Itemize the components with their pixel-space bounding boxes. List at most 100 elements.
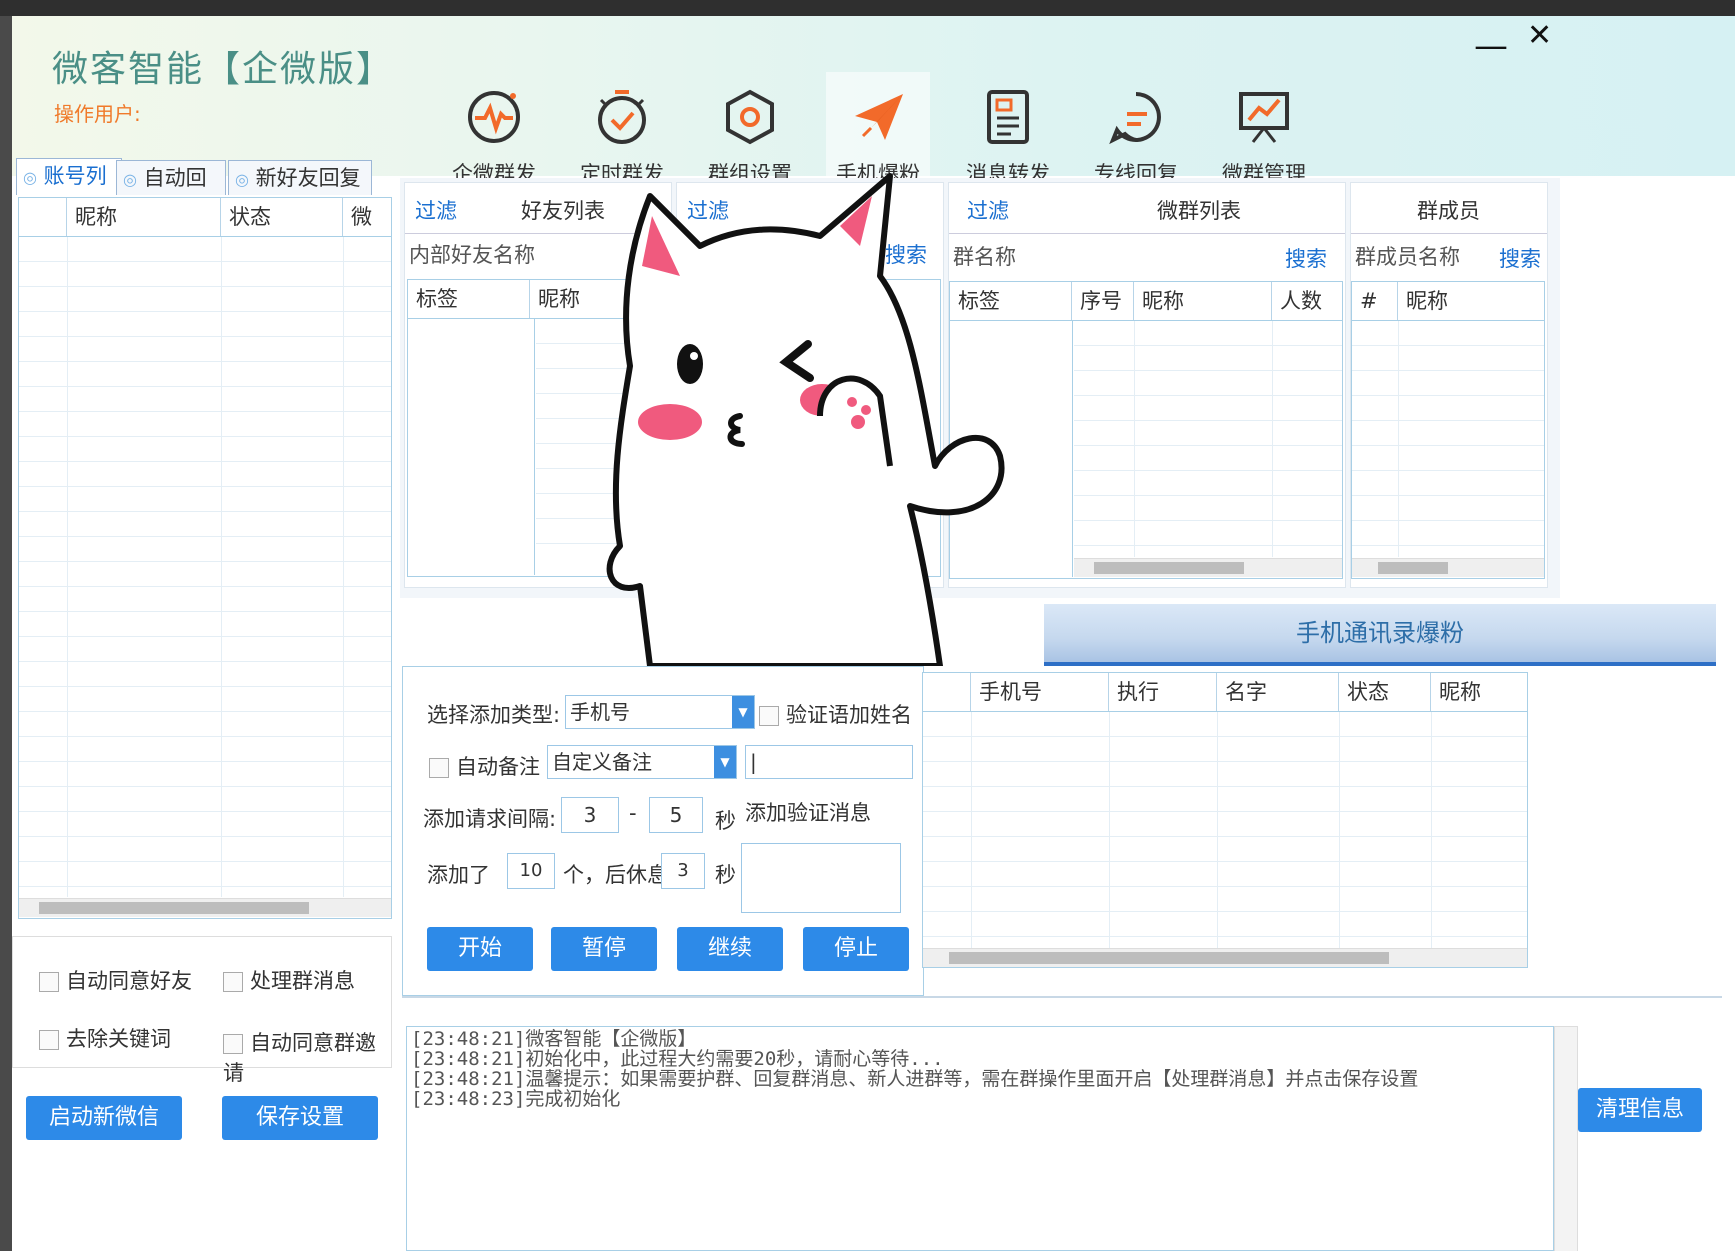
- stop-button[interactable]: 停止: [803, 927, 909, 971]
- vertical-scrollbar[interactable]: [1554, 1026, 1578, 1251]
- grid-line: [1072, 321, 1073, 577]
- chevron-down-icon[interactable]: ▼: [732, 696, 754, 728]
- options-box: 自动同意好友 处理群消息 去除关键词 自动同意群邀请: [12, 936, 392, 1085]
- close-button[interactable]: ✕: [1527, 18, 1552, 53]
- header-cell: 昵称: [1406, 289, 1448, 313]
- resume-button[interactable]: 继续: [677, 927, 783, 971]
- section-banner: 手机通讯录爆粉: [1044, 604, 1716, 666]
- grid-line: [221, 237, 222, 897]
- verify-message-label: 添加验证消息: [745, 801, 871, 825]
- table-header: 昵称 状态 微: [19, 198, 391, 237]
- tab-label: 账号列: [43, 164, 107, 188]
- save-settings-button[interactable]: 保存设置: [222, 1096, 378, 1140]
- checkbox[interactable]: [429, 758, 449, 778]
- auto-accept-group-option[interactable]: 自动同意群邀请: [223, 1027, 391, 1087]
- nav-dedicated-reply[interactable]: 专线回复: [1084, 72, 1188, 186]
- grid-line: [534, 319, 535, 575]
- groups-panel-title: 微群列表: [1157, 199, 1241, 223]
- header: 微客智能【企微版】 操作用户: — ✕ 企微群发 定时群发 群组设置 手机爆粉 …: [12, 16, 1735, 186]
- header-cell: 昵称: [67, 198, 221, 236]
- nav-group-management[interactable]: 微群管理: [1212, 72, 1316, 186]
- scroll-thumb[interactable]: [949, 952, 1389, 964]
- interval-min-input[interactable]: 3: [561, 797, 619, 833]
- header-cell: 标签: [408, 280, 530, 318]
- seconds-label: 秒: [715, 863, 736, 887]
- phone-table[interactable]: 手机号 执行 名字 状态 昵称: [922, 672, 1528, 968]
- members-search-label: 群成员名称: [1355, 245, 1460, 269]
- header-cell: 微: [351, 205, 372, 229]
- select-value: 手机号: [570, 700, 630, 724]
- tab-new-friend-reply[interactable]: ◎ 新好友回复: [228, 160, 372, 195]
- header-cell: [923, 673, 971, 711]
- rest-input[interactable]: 3: [661, 853, 705, 889]
- tab-auto-reply[interactable]: ◎ 自动回复: [116, 160, 226, 226]
- type-select[interactable]: 手机号 ▼: [565, 695, 755, 729]
- log-panel[interactable]: [23:48:21]微客智能【企微版】 [23:48:21]初始化中，此过程大约…: [406, 1026, 1554, 1251]
- horizontal-scrollbar[interactable]: [923, 948, 1527, 967]
- grid-line: [343, 237, 344, 897]
- scroll-thumb[interactable]: [39, 902, 309, 914]
- checkbox[interactable]: [39, 972, 59, 992]
- added-count-input[interactable]: 10: [507, 853, 555, 889]
- option-label: 处理群消息: [250, 969, 355, 993]
- presentation-chart-icon: [1239, 92, 1289, 143]
- app-title: 微客智能【企微版】: [52, 49, 395, 90]
- members-search-button[interactable]: 搜索: [1499, 243, 1541, 273]
- table-rows: [1074, 321, 1342, 557]
- horizontal-scrollbar[interactable]: [1352, 558, 1544, 577]
- tab-label: 新好友回复: [255, 166, 361, 190]
- scroll-thumb[interactable]: [1094, 562, 1244, 574]
- background-strip-left: [0, 16, 12, 1251]
- start-new-wechat-button[interactable]: 启动新微信: [26, 1096, 182, 1140]
- operator-label: 操作用户:: [54, 102, 141, 126]
- table-rows: [923, 712, 1527, 948]
- interval-max-input[interactable]: 5: [649, 797, 703, 833]
- checkbox[interactable]: [223, 1034, 243, 1054]
- grid-line: [67, 237, 68, 897]
- header-cell: 状态: [1339, 673, 1431, 711]
- auto-note-option[interactable]: 自动备注: [429, 751, 540, 781]
- grid-line: [971, 712, 972, 948]
- option-label: 自动同意群邀请: [223, 1031, 376, 1085]
- pause-button[interactable]: 暂停: [551, 927, 657, 971]
- table-header: 手机号 执行 名字 状态 昵称: [923, 673, 1527, 712]
- hexagon-gear-icon: [726, 89, 774, 145]
- grid-line: [1431, 712, 1432, 948]
- remove-keywords-option[interactable]: 去除关键词: [39, 1023, 171, 1053]
- grid-line: [1134, 321, 1135, 557]
- grid-line: [1339, 712, 1340, 948]
- groups-search-button[interactable]: 搜索: [1285, 243, 1327, 273]
- auto-accept-friend-option[interactable]: 自动同意好友: [39, 965, 192, 995]
- friends-filter-link[interactable]: 过滤: [415, 195, 457, 225]
- members-table[interactable]: # 昵称: [1351, 281, 1545, 579]
- timer-icon: [598, 90, 646, 144]
- added-label: 添加了: [427, 863, 490, 887]
- friends-search-label: 内部好友名称: [409, 243, 535, 267]
- verify-message-input[interactable]: [741, 843, 901, 913]
- document-icon: [987, 90, 1029, 144]
- add-settings-form: 选择添加类型: 手机号 ▼ 验证语加姓名 自动备注 自定义备注 ▼ | 添加请求…: [402, 666, 924, 996]
- tab-account-list[interactable]: ◎ 账号列: [16, 158, 122, 195]
- interval-label: 添加请求间隔:: [423, 807, 557, 831]
- note-select[interactable]: 自定义备注 ▼: [547, 745, 737, 779]
- horizontal-scrollbar[interactable]: [19, 898, 391, 917]
- table-rows: [1352, 321, 1544, 557]
- horizontal-scrollbar[interactable]: [1074, 558, 1342, 577]
- divider: [402, 996, 1722, 998]
- option-label: 自动备注: [456, 755, 540, 779]
- start-button[interactable]: 开始: [427, 927, 533, 971]
- checkbox[interactable]: [223, 972, 243, 992]
- checkbox[interactable]: [759, 706, 779, 726]
- divider: [1351, 233, 1547, 234]
- log-line: [23:48:21]微客智能【企微版】: [411, 1028, 697, 1050]
- scroll-thumb[interactable]: [1378, 562, 1448, 574]
- checkbox[interactable]: [39, 1030, 59, 1050]
- minimize-button[interactable]: —: [1474, 26, 1508, 66]
- account-table[interactable]: 昵称 状态 微: [18, 197, 392, 919]
- note-text-input[interactable]: |: [745, 745, 913, 779]
- nav-qiwei-broadcast[interactable]: 企微群发: [442, 72, 546, 186]
- verify-name-option[interactable]: 验证语加姓名: [759, 699, 912, 729]
- clear-log-button[interactable]: 清理信息: [1578, 1088, 1702, 1132]
- handle-group-msg-option[interactable]: 处理群消息: [223, 965, 355, 995]
- chevron-down-icon[interactable]: ▼: [714, 746, 736, 778]
